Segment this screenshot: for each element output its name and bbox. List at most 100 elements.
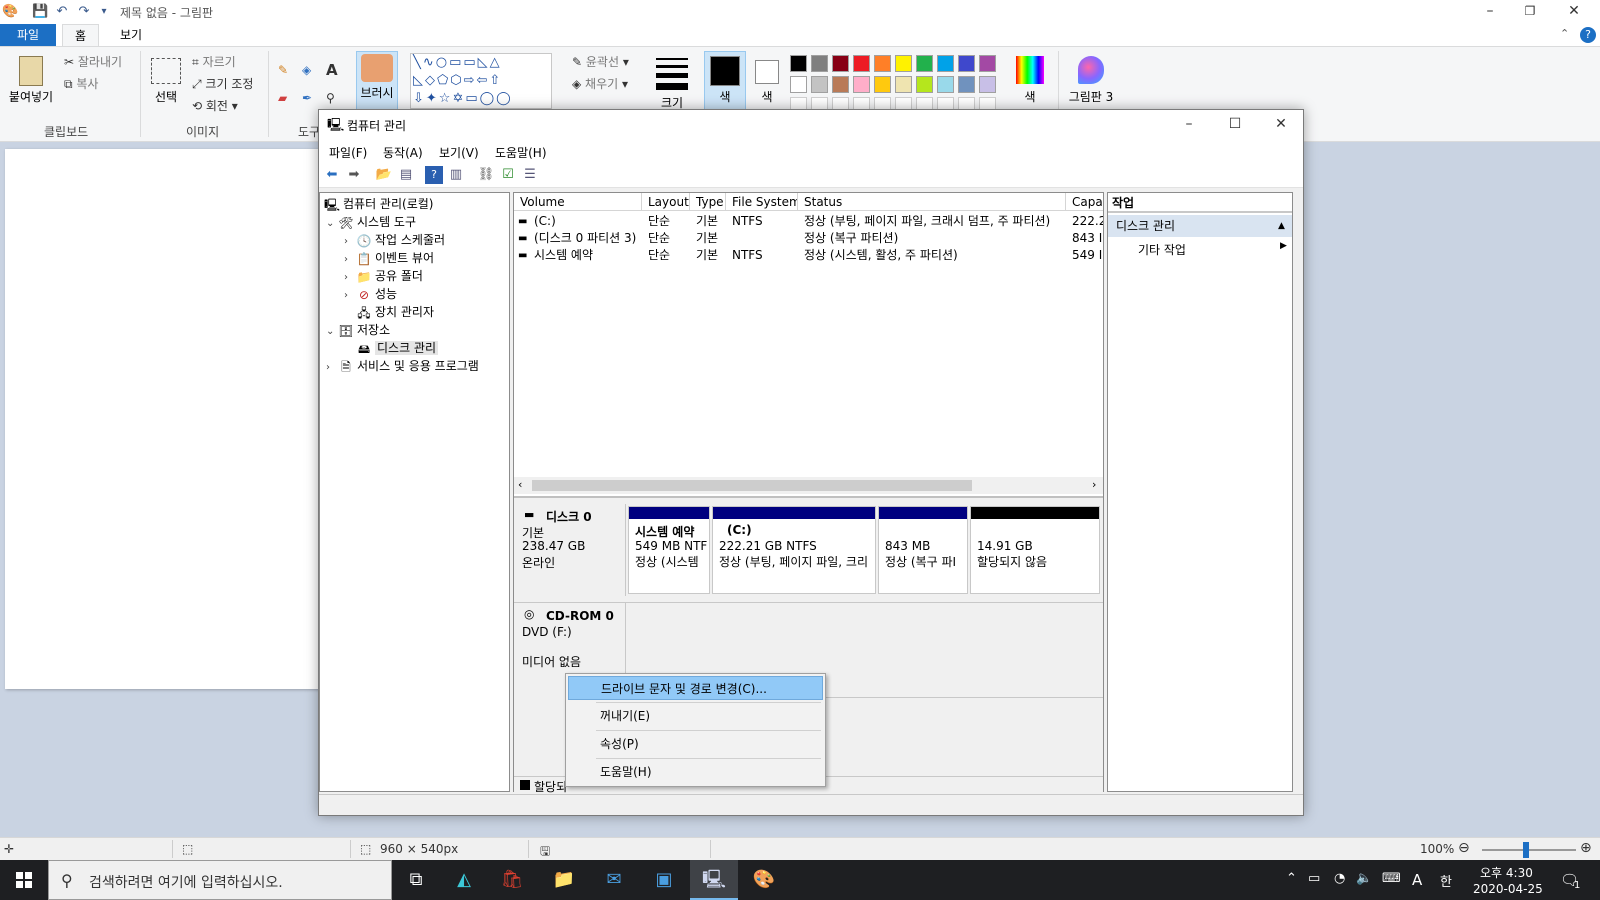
tree-item-disk-management[interactable]: 🖴 디스크 관리	[356, 339, 439, 357]
back-icon[interactable]: ⬅	[323, 166, 341, 184]
color-picker-icon[interactable]: ✒	[302, 91, 312, 105]
disk0-label[interactable]: ▬ 디스크 0 기본 238.47 GB 온라인	[514, 504, 626, 596]
brushes-button[interactable]: 브러시	[356, 51, 398, 113]
palette-swatch[interactable]	[958, 76, 975, 93]
palette-swatch[interactable]	[790, 76, 807, 93]
paste-button[interactable]: 붙여넣기	[6, 53, 56, 117]
undo-icon[interactable]: ↶	[54, 4, 70, 20]
checkmark-icon[interactable]: ☑	[499, 166, 517, 184]
connect-icon[interactable]: ⛓	[477, 166, 495, 184]
properties-icon[interactable]: ☰	[521, 166, 539, 184]
menu-view[interactable]: 보기(V)	[439, 144, 479, 161]
wifi-icon[interactable]: ◔	[1334, 871, 1345, 886]
clock-date[interactable]: 2020-04-25	[1473, 882, 1543, 896]
zoom-slider-track[interactable]	[1482, 849, 1576, 851]
ribbon-collapse-icon[interactable]: ⌃	[1560, 27, 1569, 40]
file-explorer-icon[interactable]: 📁	[540, 860, 588, 900]
palette-swatch[interactable]	[853, 76, 870, 93]
fill-button[interactable]: ◈ 채우기 ▾	[572, 75, 628, 92]
store-icon[interactable]: 🛍	[488, 860, 536, 900]
outline-button[interactable]: ✎ 윤곽선 ▾	[572, 53, 629, 70]
column-header-capacity[interactable]: Capa	[1066, 193, 1103, 211]
show-hidden-icons-icon[interactable]: ⌃	[1286, 871, 1297, 886]
palette-swatch[interactable]	[958, 55, 975, 72]
text-tool-icon[interactable]: A	[326, 61, 338, 79]
paint-canvas[interactable]	[5, 149, 325, 689]
tree-item-event-viewer[interactable]: › 📋 이벤트 뷰어	[344, 249, 434, 267]
column-header-file-system[interactable]: File System	[726, 193, 798, 211]
column-header-volume[interactable]: Volume	[514, 193, 642, 211]
zoom-out-button[interactable]: ⊖	[1458, 840, 1470, 856]
paint-close-button[interactable]: ✕	[1552, 0, 1596, 24]
palette-swatch[interactable]	[895, 76, 912, 93]
collapse-up-icon[interactable]: ▲	[1278, 215, 1285, 237]
tree-item-computer-management[interactable]: 🖳 컴퓨터 관리(로컬)	[324, 195, 433, 213]
tree-item-system-tools[interactable]: ⌄ 🛠 시스템 도구	[326, 213, 416, 231]
tree-item-shared-folders[interactable]: › 📁 공유 폴더	[344, 267, 423, 285]
tree-item-task-scheduler[interactable]: › 🕓 작업 스케줄러	[344, 231, 445, 249]
menu-item-change-drive-letter[interactable]: 드라이브 문자 및 경로 변경(C)...	[568, 676, 823, 700]
volume-row[interactable]: ▬ 시스템 예약 단순 기본 NTFS 정상 (시스템, 활성, 주 파티션) 549 I	[514, 247, 1103, 264]
hscroll-thumb[interactable]	[532, 480, 972, 491]
tab-file[interactable]: 파일	[0, 24, 56, 46]
show-hide-tree-icon[interactable]: ▤	[397, 166, 415, 184]
crop-button[interactable]: ⌗ 자르기	[192, 53, 236, 70]
palette-swatch[interactable]	[937, 55, 954, 72]
help-icon[interactable]: ?	[425, 166, 443, 184]
cm-maximize-button[interactable]: ☐	[1213, 113, 1257, 137]
start-button[interactable]	[0, 860, 48, 900]
chevron-down-icon[interactable]: ⌄	[326, 323, 338, 341]
menu-item-properties[interactable]: 속성(P)	[568, 732, 823, 756]
color1-button[interactable]: 색	[704, 51, 746, 113]
column-header-layout[interactable]: Layout	[642, 193, 690, 211]
volume-row[interactable]: ▬ (디스크 0 파티션 3) 단순 기본 정상 (복구 파티션) 843 I	[514, 230, 1103, 247]
column-header-type[interactable]: Type	[690, 193, 726, 211]
menu-item-eject[interactable]: 꺼내기(E)	[568, 704, 823, 728]
cm-minimize-button[interactable]: –	[1167, 113, 1211, 137]
partition-unallocated[interactable]: 14.91 GB 할당되지 않음	[970, 506, 1100, 594]
partition-system-reserved[interactable]: 시스템 예약 549 MB NTF 정상 (시스템	[628, 506, 710, 594]
keyboard-icon[interactable]: ⌨	[1382, 871, 1401, 886]
paint-minimize-button[interactable]: –	[1468, 0, 1512, 24]
show-hide-action-pane-icon[interactable]: ▥	[447, 166, 465, 184]
taskbar-search-box[interactable]: ⚲ 검색하려면 여기에 입력하십시오.	[48, 860, 392, 900]
eraser-icon[interactable]: ▰	[278, 91, 287, 105]
edit-colors-button[interactable]: 색	[1010, 53, 1050, 117]
magnifier-icon[interactable]: ⚲	[326, 91, 335, 105]
actions-section-disk-management[interactable]: 디스크 관리 ▲	[1108, 215, 1292, 237]
tab-home[interactable]: 홈	[62, 24, 100, 46]
zoom-slider-thumb[interactable]	[1523, 842, 1529, 858]
cut-button[interactable]: ✂ 잘라내기	[64, 53, 122, 70]
ime-mode-indicator[interactable]: 한	[1440, 871, 1452, 890]
menu-help[interactable]: 도움말(H)	[495, 144, 547, 161]
ime-language-indicator[interactable]: A	[1412, 871, 1422, 889]
menu-item-help[interactable]: 도움말(H)	[568, 760, 823, 784]
paint-restore-button[interactable]: ❐	[1508, 0, 1552, 24]
tree-item-device-manager[interactable]: 🖧 장치 관리자	[356, 303, 434, 321]
chevron-down-icon[interactable]: ⌄	[326, 215, 338, 233]
quick-access-dropdown-icon[interactable]: ▾	[96, 4, 112, 20]
palette-swatch[interactable]	[979, 55, 996, 72]
partition-recovery[interactable]: 843 MB 정상 (복구 파I	[878, 506, 968, 594]
menu-action[interactable]: 동작(A)	[383, 144, 423, 161]
palette-swatch[interactable]	[832, 76, 849, 93]
pencil-icon[interactable]: ✎	[278, 63, 288, 77]
palette-swatch[interactable]	[916, 76, 933, 93]
palette-swatch[interactable]	[979, 76, 996, 93]
palette-swatch[interactable]	[895, 55, 912, 72]
palette-swatch[interactable]	[811, 76, 828, 93]
redo-icon[interactable]: ↷	[76, 4, 92, 20]
tree-item-storage[interactable]: ⌄ 🗄 저장소	[326, 321, 390, 339]
palette-swatch[interactable]	[874, 76, 891, 93]
shapes-gallery[interactable]: ╲∿○▭▭◺△ ◺◇⬠⬡⇨⇦⇧ ⇩✦☆✡▭◯◯	[410, 53, 552, 109]
tree-item-performance[interactable]: › ⊘ 성능	[344, 285, 397, 303]
zoom-in-button[interactable]: ⊕	[1580, 840, 1592, 856]
up-folder-icon[interactable]: 📂	[375, 166, 393, 184]
task-view-icon[interactable]: ⧉	[392, 860, 440, 900]
more-actions-item[interactable]: 기타 작업	[1138, 241, 1186, 258]
taskbar-app-computer-management[interactable]: 🖳	[690, 860, 738, 900]
palette-swatch[interactable]	[811, 55, 828, 72]
taskbar-app-swift[interactable]: ◭	[440, 860, 488, 900]
save-icon[interactable]: 💾	[32, 4, 48, 20]
size-button[interactable]: 크기	[652, 53, 692, 117]
